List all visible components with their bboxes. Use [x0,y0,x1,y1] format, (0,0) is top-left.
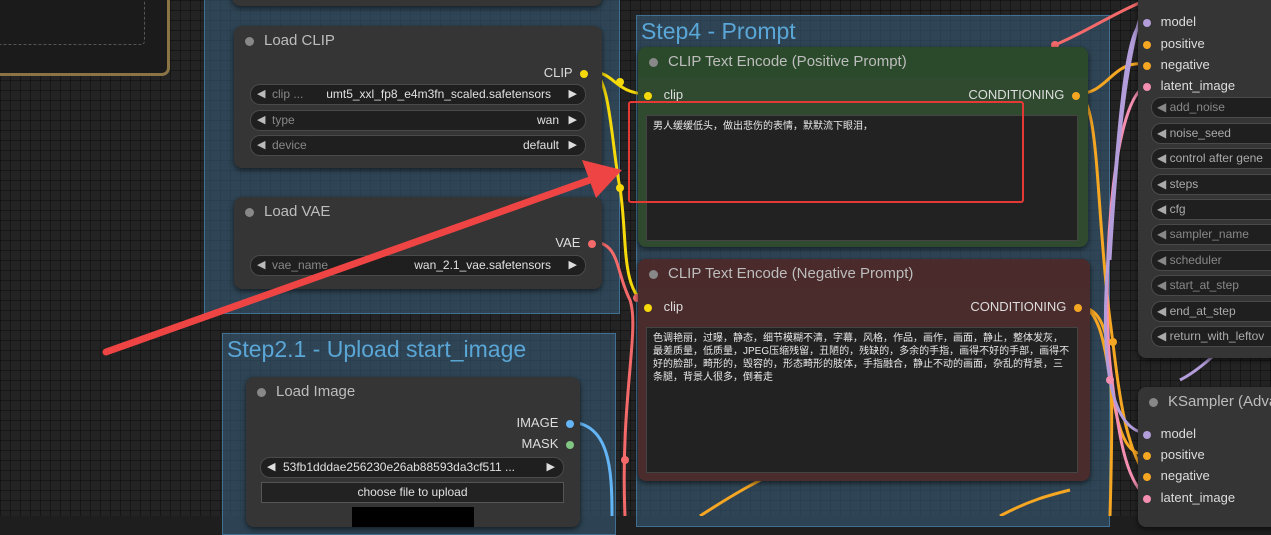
arrow-right-icon[interactable]: ▶ [547,458,555,477]
arrow-left-icon[interactable]: ◀ [257,85,265,104]
node-title[interactable]: CLIP Text Encode (Negative Prompt) [638,259,1090,289]
latent-image-input[interactable]: latent_image [1143,490,1235,505]
clip-port-icon[interactable] [644,303,652,312]
arrow-left-icon[interactable]: ◀ [1157,202,1166,216]
arrow-left-icon[interactable]: ◀ [1157,227,1166,241]
arrow-left-icon[interactable]: ◀ [1157,253,1166,267]
upload-button[interactable]: choose file to upload [261,482,564,503]
latent-image-input[interactable]: latent_image [1143,78,1235,93]
clip-input[interactable]: clip [644,87,683,102]
group-title[interactable]: Step2.1 - Upload start_image [227,336,526,363]
noise-seed-widget[interactable]: ◀ noise_seed [1151,123,1271,144]
collapse-dot-icon[interactable] [1149,398,1158,407]
collapse-dot-icon[interactable] [257,388,266,397]
conditioning-output[interactable]: CONDITIONING [970,299,1082,314]
add-noise-widget[interactable]: ◀ add_noise [1151,97,1271,118]
negative-port-icon[interactable] [1143,61,1151,70]
steps-widget[interactable]: ◀ steps [1151,174,1271,195]
image-preview [352,507,474,527]
load-vae-node[interactable]: Load VAE VAE ◀ vae_name wan_2.1_vae.safe… [234,197,602,289]
arrow-left-icon[interactable]: ◀ [1157,278,1166,292]
end-at-step-widget[interactable]: ◀ end_at_step [1151,301,1271,322]
conditioning-port-icon[interactable] [1074,303,1082,312]
clip-port-icon[interactable] [644,91,652,100]
vae-name-widget[interactable]: ◀ vae_name wan_2.1_vae.safetensors ▶ [250,255,586,276]
arrow-left-icon[interactable]: ◀ [1157,329,1166,343]
conditioning-output[interactable]: CONDITIONING [968,87,1080,102]
arrow-left-icon[interactable]: ◀ [257,111,265,130]
latent-port-icon[interactable] [1143,494,1151,503]
node-title[interactable]: Load CLIP [234,26,602,56]
type-widget[interactable]: ◀ type wan ▶ [250,110,586,131]
highlight-box [628,101,1024,203]
arrow-left-icon[interactable]: ◀ [1157,100,1166,114]
positive-port-icon[interactable] [1143,40,1151,49]
arrow-left-icon[interactable]: ◀ [1157,151,1166,165]
conditioning-port-icon[interactable] [1072,91,1080,100]
image-port-icon[interactable] [566,419,574,428]
device-widget[interactable]: ◀ device default ▶ [250,135,586,156]
collapse-dot-icon[interactable] [245,37,254,46]
negative-input[interactable]: negative [1143,57,1210,72]
arrow-right-icon[interactable]: ▶ [569,111,577,130]
node-title[interactable]: KSampler (Adva [1138,387,1271,417]
arrow-left-icon[interactable]: ◀ [1157,126,1166,140]
clip-port-icon[interactable] [580,69,588,78]
scheduler-widget[interactable]: ◀ scheduler [1151,250,1271,271]
model-input[interactable]: model [1143,426,1196,441]
negative-port-icon[interactable] [1143,472,1151,481]
node-title[interactable]: Load VAE [234,197,602,227]
arrow-left-icon[interactable]: ◀ [267,458,275,477]
positive-port-icon[interactable] [1143,451,1151,460]
collapse-dot-icon[interactable] [649,58,658,67]
arrow-right-icon[interactable]: ▶ [569,136,577,155]
arrow-left-icon[interactable]: ◀ [257,256,265,275]
arrow-right-icon[interactable]: ▶ [569,85,577,104]
vae-port-icon[interactable] [588,239,596,248]
clip-input[interactable]: clip [644,299,683,314]
ksampler-node[interactable]: model positive negative latent_image ◀ a… [1138,0,1271,358]
negative-prompt-textarea[interactable]: 色调艳丽，过曝，静态，细节模糊不清，字幕，风格，作品，画作，画面，静止，整体发灰… [646,327,1078,473]
cfg-widget[interactable]: ◀ cfg [1151,199,1271,220]
arrow-left-icon[interactable]: ◀ [1157,304,1166,318]
arrow-left-icon[interactable]: ◀ [257,136,265,155]
image-output[interactable]: IMAGE [516,415,574,430]
image-file-widget[interactable]: ◀ 53fb1dddae256230e26ab88593da3cf511 ...… [260,457,564,478]
model-port-icon[interactable] [1143,430,1151,439]
return-with-leftover-widget[interactable]: ◀ return_with_leftov [1151,326,1271,347]
sampler-name-widget[interactable]: ◀ sampler_name [1151,224,1271,245]
load-clip-node[interactable]: Load CLIP CLIP ◀ clip ... umt5_xxl_fp8_e… [234,26,602,168]
node-title[interactable]: CLIP Text Encode (Positive Prompt) [638,47,1088,77]
collapse-dot-icon[interactable] [649,270,658,279]
mask-output[interactable]: MASK [522,436,574,451]
collapse-dot-icon[interactable] [245,208,254,217]
arrow-right-icon[interactable]: ▶ [569,256,577,275]
negative-input[interactable]: negative [1143,468,1210,483]
model-port-icon[interactable] [1143,18,1151,27]
mask-port-icon[interactable] [566,440,574,449]
latent-port-icon[interactable] [1143,82,1151,91]
group-title[interactable]: Step4 - Prompt [641,18,796,45]
vae-output[interactable]: VAE [555,235,596,250]
positive-input[interactable]: positive [1143,447,1205,462]
load-image-node[interactable]: Load Image IMAGE MASK ◀ 53fb1dddae256230… [246,377,580,527]
clip-output[interactable]: CLIP [544,65,588,80]
start-at-step-widget[interactable]: ◀ start_at_step [1151,275,1271,296]
arrow-left-icon[interactable]: ◀ [1157,177,1166,191]
control-after-generate-widget[interactable]: ◀ control after gene [1151,148,1271,169]
clip-name-widget[interactable]: ◀ clip ... umt5_xxl_fp8_e4m3fn_scaled.sa… [250,84,586,105]
ksampler-advanced-node[interactable]: KSampler (Adva model positive negative l… [1138,387,1271,527]
partial-node-top[interactable] [232,0,602,6]
preview-panel [0,0,170,76]
negative-prompt-node[interactable]: CLIP Text Encode (Negative Prompt) clip … [638,259,1090,481]
model-input[interactable]: model [1143,14,1196,29]
positive-input[interactable]: positive [1143,36,1205,51]
node-title[interactable]: Load Image [246,377,580,407]
